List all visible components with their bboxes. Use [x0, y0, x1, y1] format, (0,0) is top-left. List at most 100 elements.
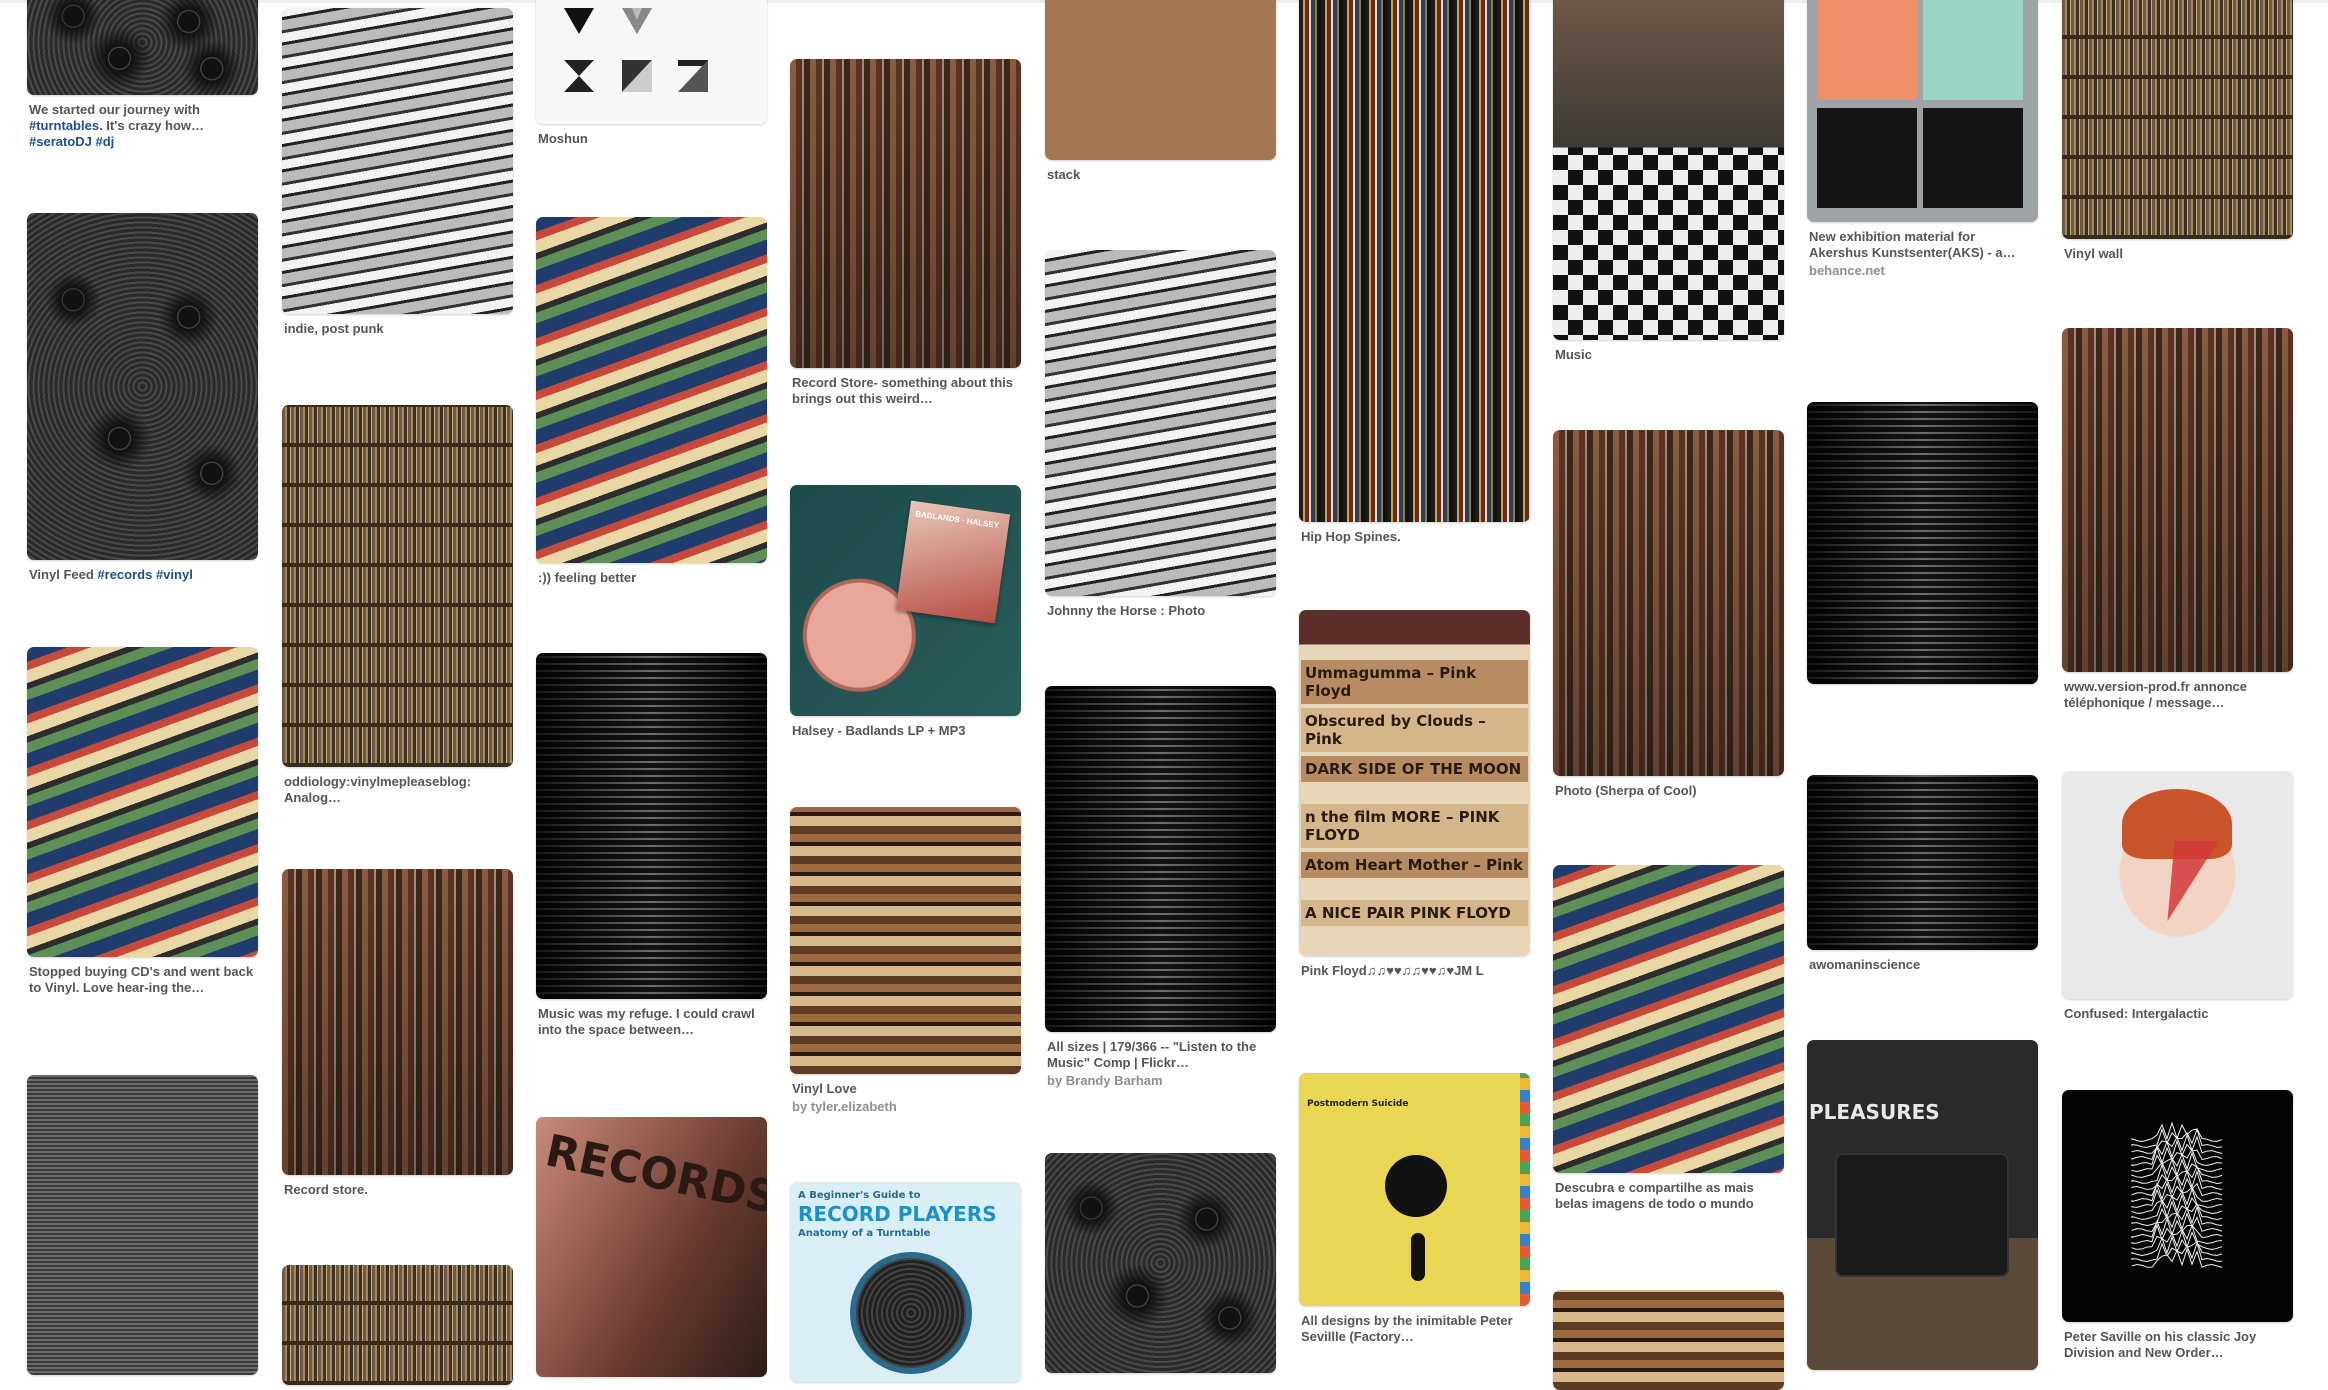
- pin-image[interactable]: [1045, 1153, 1276, 1373]
- pin-card[interactable]: oddiology:vinylmepleaseblog: Analog…: [282, 405, 513, 806]
- pin-image[interactable]: [536, 0, 767, 124]
- pin-caption[interactable]: Descubra e compartilhe as mais belas ima…: [1553, 1173, 1784, 1212]
- pin-image[interactable]: [27, 647, 258, 957]
- pin-card[interactable]: PLEASURES: [1807, 1040, 2038, 1370]
- pin-image[interactable]: [1553, 0, 1784, 340]
- pin-caption[interactable]: Hip Hop Spines.: [1299, 522, 1530, 545]
- pin-image[interactable]: [1299, 0, 1530, 522]
- pin-card[interactable]: [1807, 402, 2038, 684]
- pin-card[interactable]: Vinyl Love by tyler.elizabeth: [790, 807, 1021, 1115]
- pin-image[interactable]: [27, 1075, 258, 1375]
- pin-image[interactable]: [282, 869, 513, 1175]
- pin-card[interactable]: Ummagumma – Pink Floyd Obscured by Clouds…: [1299, 610, 1530, 979]
- pin-card[interactable]: [1553, 1290, 1784, 1390]
- pin-card[interactable]: awomaninscience: [1807, 775, 2038, 973]
- pin-card[interactable]: BADLANDS · HALSEY Halsey - Badlands LP + …: [790, 485, 1021, 739]
- pin-card[interactable]: Music: [1553, 0, 1784, 363]
- pin-card[interactable]: Postmodern Suicide All designs by the ini…: [1299, 1073, 1530, 1345]
- pin-image[interactable]: [790, 807, 1021, 1074]
- pin-source[interactable]: behance.net: [1807, 261, 2038, 279]
- hashtag-link[interactable]: #seratoDJ: [29, 134, 92, 149]
- pin-caption[interactable]: Record store.: [282, 1175, 513, 1198]
- pin-caption[interactable]: awomaninscience: [1807, 950, 2038, 973]
- hashtag-link[interactable]: #turntables: [29, 118, 99, 133]
- pin-image[interactable]: [1807, 402, 2038, 684]
- pin-card[interactable]: Hip Hop Spines.: [1299, 0, 1530, 545]
- pin-caption[interactable]: We started our journey with #turntables.…: [27, 95, 258, 150]
- pin-image[interactable]: PLEASURES: [1807, 1040, 2038, 1370]
- pin-image[interactable]: [282, 1265, 513, 1385]
- pin-card[interactable]: Stopped buying CD's and went back to Vin…: [27, 647, 258, 996]
- pin-card[interactable]: New exhibition material for Akershus Kun…: [1807, 0, 2038, 279]
- pin-card[interactable]: Peter Saville on his classic Joy Divisio…: [2062, 1090, 2293, 1361]
- pin-caption[interactable]: Pink Floyd♫♫♥♥♫♫♥♥♫♥JM L: [1299, 956, 1530, 979]
- pin-image[interactable]: [1045, 0, 1276, 160]
- pin-caption[interactable]: All sizes | 179/366 -- "Listen to the Mu…: [1045, 1032, 1276, 1071]
- pin-card[interactable]: Vinyl wall: [2062, 0, 2293, 262]
- pin-image[interactable]: Postmodern Suicide: [1299, 1073, 1530, 1306]
- pin-caption[interactable]: New exhibition material for Akershus Kun…: [1807, 222, 2038, 261]
- pin-card[interactable]: Confused: Intergalactic: [2062, 771, 2293, 1022]
- pin-card[interactable]: A Beginner's Guide to RECORD PLAYERS Anato…: [790, 1182, 1021, 1382]
- pin-source[interactable]: by tyler.elizabeth: [790, 1097, 1021, 1115]
- pin-caption[interactable]: :)) feeling better: [536, 563, 767, 586]
- pin-card[interactable]: stack: [1045, 0, 1276, 183]
- pin-caption[interactable]: indie, post punk: [282, 314, 513, 337]
- pin-card[interactable]: www.version-prod.fr annonce téléphonique…: [2062, 328, 2293, 711]
- pin-caption[interactable]: Music: [1553, 340, 1784, 363]
- pin-card[interactable]: :)) feeling better: [536, 217, 767, 586]
- pin-caption[interactable]: stack: [1045, 160, 1276, 183]
- pin-source[interactable]: by Brandy Barham: [1045, 1071, 1276, 1089]
- pin-caption[interactable]: Confused: Intergalactic: [2062, 999, 2293, 1022]
- pin-card[interactable]: Moshun: [536, 0, 767, 147]
- pin-image[interactable]: [27, 0, 258, 95]
- pin-card[interactable]: [27, 1075, 258, 1375]
- pin-caption[interactable]: Stopped buying CD's and went back to Vin…: [27, 957, 258, 996]
- pin-image[interactable]: [282, 8, 513, 314]
- pin-image[interactable]: [536, 217, 767, 563]
- pin-image[interactable]: Ummagumma – Pink Floyd Obscured by Clouds…: [1299, 610, 1530, 956]
- pin-caption[interactable]: Photo (Sherpa of Cool): [1553, 776, 1784, 799]
- pin-caption[interactable]: Music was my refuge. I could crawl into …: [536, 999, 767, 1038]
- pin-image[interactable]: [1553, 865, 1784, 1173]
- pin-image[interactable]: [536, 653, 767, 999]
- pin-caption[interactable]: Halsey - Badlands LP + MP3: [790, 716, 1021, 739]
- pin-image[interactable]: A Beginner's Guide to RECORD PLAYERS Anato…: [790, 1182, 1021, 1382]
- pin-caption[interactable]: www.version-prod.fr annonce téléphonique…: [2062, 672, 2293, 711]
- pin-image[interactable]: [1553, 430, 1784, 776]
- pin-card[interactable]: Photo (Sherpa of Cool): [1553, 430, 1784, 799]
- pin-card[interactable]: Descubra e compartilhe as mais belas ima…: [1553, 865, 1784, 1212]
- pin-image[interactable]: [282, 405, 513, 767]
- pin-caption[interactable]: Record Store- something about this bring…: [790, 368, 1021, 407]
- pin-image[interactable]: [1045, 686, 1276, 1032]
- pin-image[interactable]: RECORDS: [536, 1117, 767, 1377]
- pin-image[interactable]: [27, 213, 258, 560]
- pin-image[interactable]: [1807, 775, 2038, 950]
- pin-image[interactable]: [790, 59, 1021, 368]
- pin-image[interactable]: [2062, 0, 2293, 239]
- pin-image[interactable]: [2062, 771, 2293, 999]
- pin-caption[interactable]: oddiology:vinylmepleaseblog: Analog…: [282, 767, 513, 806]
- pin-card[interactable]: Johnny the Horse : Photo: [1045, 250, 1276, 619]
- pin-card[interactable]: We started our journey with #turntables.…: [27, 0, 258, 150]
- pin-image[interactable]: [1807, 0, 2038, 222]
- pin-card[interactable]: RECORDS: [536, 1117, 767, 1377]
- pin-caption[interactable]: Vinyl Love: [790, 1074, 1021, 1097]
- pin-card[interactable]: indie, post punk: [282, 8, 513, 337]
- pin-caption[interactable]: Moshun: [536, 124, 767, 147]
- pin-image[interactable]: BADLANDS · HALSEY: [790, 485, 1021, 716]
- pin-caption[interactable]: Vinyl Feed #records #vinyl: [27, 560, 258, 583]
- pin-card[interactable]: [1045, 1153, 1276, 1373]
- pin-card[interactable]: Record store.: [282, 869, 513, 1198]
- hashtag-link[interactable]: #dj: [96, 134, 115, 149]
- hashtag-link[interactable]: #vinyl: [156, 567, 193, 582]
- pin-image[interactable]: [2062, 1090, 2293, 1322]
- pin-caption[interactable]: All designs by the inimitable Peter Sevi…: [1299, 1306, 1530, 1345]
- pin-image[interactable]: [1553, 1290, 1784, 1390]
- pin-image[interactable]: [1045, 250, 1276, 596]
- pin-caption[interactable]: Peter Saville on his classic Joy Divisio…: [2062, 1322, 2293, 1361]
- pin-card[interactable]: [282, 1265, 513, 1385]
- pin-card[interactable]: Vinyl Feed #records #vinyl: [27, 213, 258, 583]
- pin-card[interactable]: Record Store- something about this bring…: [790, 59, 1021, 407]
- hashtag-link[interactable]: #records: [97, 567, 152, 582]
